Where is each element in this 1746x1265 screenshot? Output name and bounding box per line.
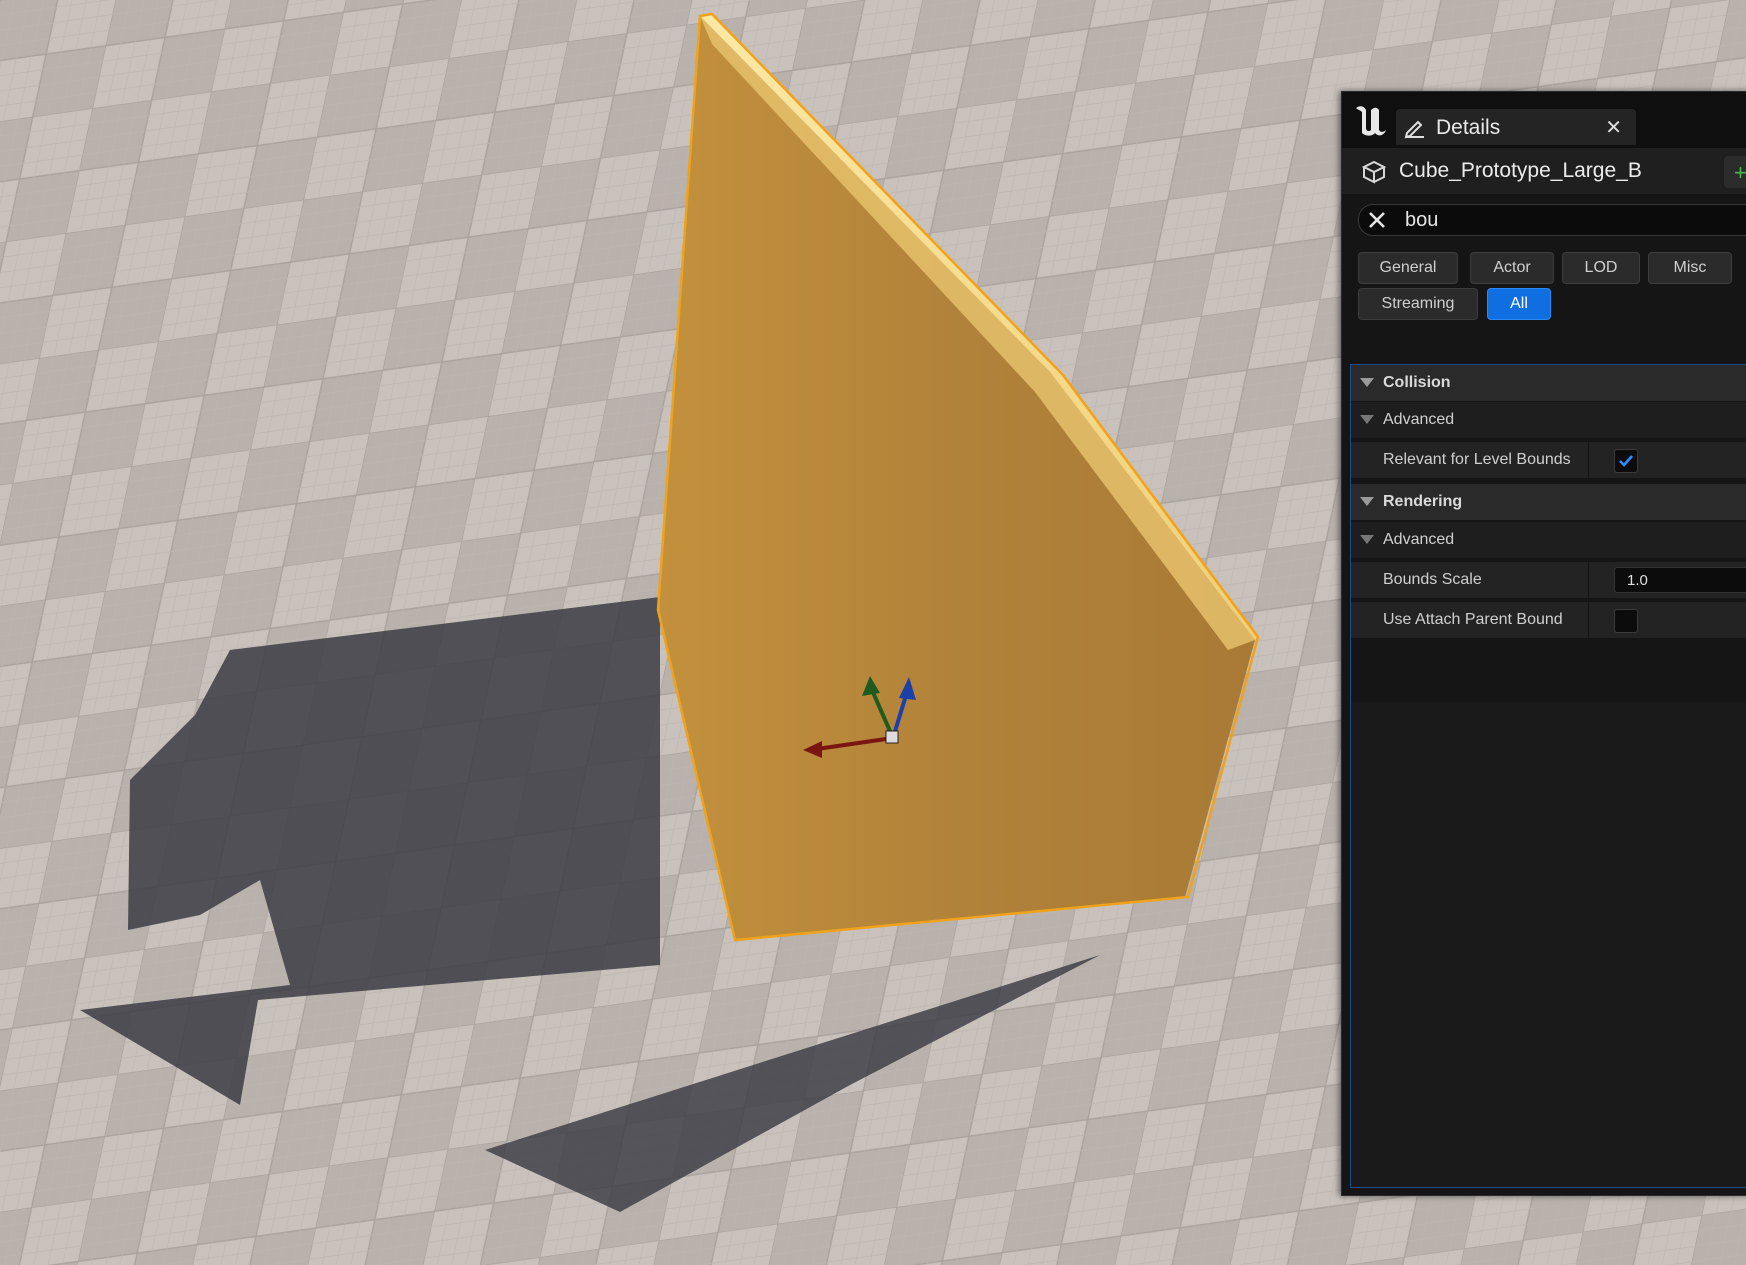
checkmark-icon — [1619, 455, 1633, 467]
pencil-icon — [1404, 120, 1424, 139]
plus-icon: + — [1734, 160, 1746, 185]
panel-title-bar: Details ✕ — [1342, 92, 1746, 148]
column-divider[interactable] — [1588, 602, 1589, 638]
static-mesh-icon — [1362, 160, 1386, 184]
group-label: Advanced — [1383, 531, 1455, 548]
property-relevant-for-level-bounds: Relevant for Level Bounds — [1350, 442, 1746, 478]
filter-all[interactable]: All — [1487, 288, 1551, 320]
section-label: Collision — [1383, 374, 1451, 391]
section-collision[interactable]: Collision — [1350, 365, 1746, 401]
clear-search-icon[interactable] — [1367, 210, 1387, 230]
column-divider[interactable] — [1588, 562, 1589, 598]
actor-name: Cube_Prototype_Large_B — [1399, 159, 1642, 182]
group-label: Advanced — [1383, 411, 1455, 428]
collapse-arrow-icon — [1360, 535, 1374, 544]
collision-advanced-group[interactable]: Advanced — [1350, 402, 1746, 438]
tab-label: Details — [1436, 116, 1501, 139]
relevant-for-level-bounds-checkbox[interactable] — [1614, 449, 1638, 473]
collapse-arrow-icon — [1360, 415, 1374, 424]
filter-actor[interactable]: Actor — [1470, 252, 1554, 284]
section-label: Rendering — [1383, 493, 1463, 510]
property-label: Relevant for Level Bounds — [1383, 451, 1571, 468]
collapse-arrow-icon — [1360, 497, 1374, 506]
filter-streaming[interactable]: Streaming — [1358, 288, 1478, 320]
selected-actor-row: Cube_Prototype_Large_B + — [1342, 148, 1746, 194]
filter-general[interactable]: General — [1358, 252, 1458, 284]
collapse-arrow-icon — [1360, 378, 1374, 387]
rendering-advanced-group[interactable]: Advanced — [1350, 522, 1746, 558]
property-label: Bounds Scale — [1383, 571, 1482, 588]
section-rendering[interactable]: Rendering — [1350, 484, 1746, 520]
property-bounds-scale: Bounds Scale 1.0 — [1350, 562, 1746, 598]
tab-details[interactable]: Details ✕ — [1396, 109, 1636, 145]
property-label: Use Attach Parent Bound — [1383, 611, 1563, 628]
column-divider[interactable] — [1588, 442, 1589, 478]
filter-lod[interactable]: LOD — [1562, 252, 1640, 284]
search-box — [1358, 204, 1746, 236]
close-icon[interactable]: ✕ — [1605, 115, 1622, 140]
use-attach-parent-bound-checkbox[interactable] — [1614, 609, 1638, 633]
search-input[interactable] — [1403, 207, 1746, 233]
unreal-logo-icon — [1356, 106, 1386, 136]
bounds-scale-input[interactable]: 1.0 — [1614, 567, 1746, 593]
details-panel: Details ✕ Cube_Prototype_Large_B + Gener… — [1341, 91, 1746, 1196]
add-component-button[interactable]: + — [1724, 156, 1746, 188]
property-use-attach-parent-bound: Use Attach Parent Bound — [1350, 602, 1746, 638]
filter-misc[interactable]: Misc — [1648, 252, 1732, 284]
details-empty-area — [1350, 702, 1746, 1188]
